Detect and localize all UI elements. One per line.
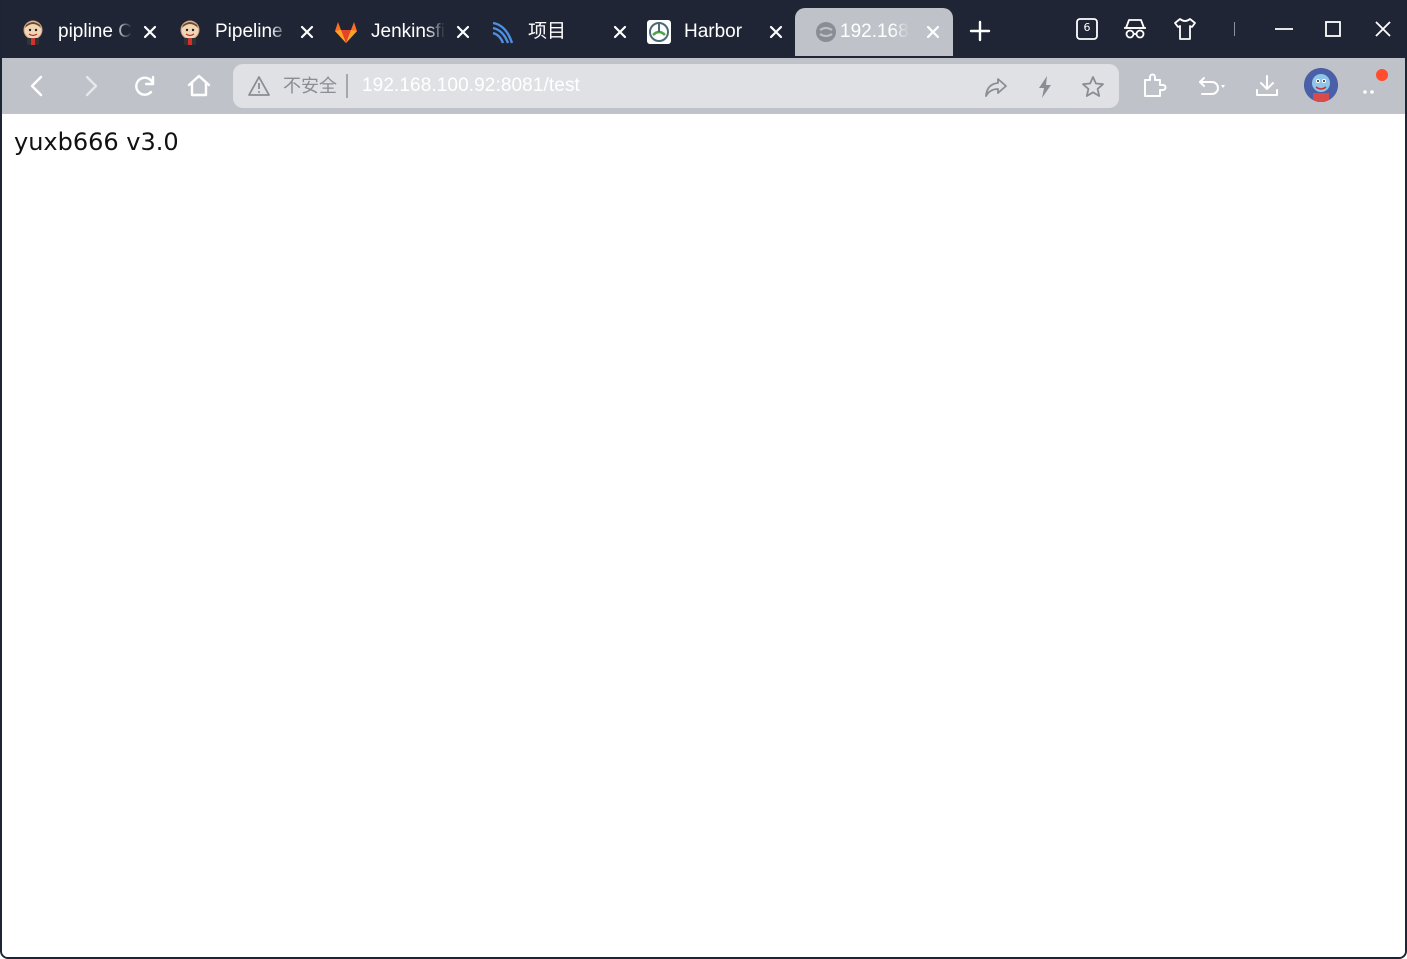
jenkins-icon bbox=[177, 19, 203, 45]
page-content: yuxb666 v3.0 bbox=[2, 114, 1405, 957]
close-icon[interactable] bbox=[923, 22, 943, 42]
incognito-icon[interactable] bbox=[1120, 14, 1150, 44]
globe-icon bbox=[813, 19, 839, 45]
download-icon[interactable] bbox=[1251, 70, 1283, 102]
close-window-button[interactable] bbox=[1368, 14, 1398, 44]
home-button[interactable] bbox=[183, 70, 215, 102]
close-icon[interactable] bbox=[140, 22, 160, 42]
profile-avatar[interactable] bbox=[1304, 68, 1338, 102]
address-bar[interactable]: 不安全 192.168.100.92:8081/test bbox=[233, 64, 1119, 108]
warning-icon[interactable] bbox=[247, 75, 271, 97]
tab-title: Pipeline bbox=[215, 21, 283, 42]
minimize-button[interactable] bbox=[1269, 14, 1299, 44]
undo-close-tab-icon[interactable] bbox=[1192, 70, 1232, 102]
tab-harbor[interactable]: Harbor bbox=[628, 8, 796, 56]
tab-pipline[interactable]: pipline Create bbox=[2, 8, 170, 56]
tab-projects[interactable]: 项目 bbox=[472, 8, 640, 56]
close-icon[interactable] bbox=[766, 22, 786, 42]
tab-jenkinsfile[interactable]: Jenkinsfile bbox=[315, 8, 483, 56]
lightning-icon[interactable] bbox=[1031, 73, 1059, 101]
toolbar: 不安全 192.168.100.92:8081/test bbox=[2, 58, 1405, 114]
tab-pipeline[interactable]: Pipeline bbox=[159, 8, 327, 56]
notification-dot bbox=[1376, 69, 1388, 81]
tab-title: Harbor bbox=[684, 21, 743, 42]
star-icon[interactable] bbox=[1079, 73, 1107, 101]
security-label[interactable]: 不安全 bbox=[283, 75, 337, 97]
close-icon[interactable] bbox=[610, 22, 630, 42]
maximize-button[interactable] bbox=[1318, 14, 1348, 44]
back-button[interactable] bbox=[21, 70, 53, 102]
reload-button[interactable] bbox=[129, 70, 161, 102]
titlebar-divider bbox=[1234, 22, 1235, 36]
new-tab-button[interactable] bbox=[966, 17, 994, 45]
tab-strip: pipline Create Pipeline bbox=[2, 0, 1405, 58]
kubesphere-icon bbox=[490, 19, 516, 45]
tab-title: 192.168.100.92:8081/test bbox=[840, 21, 910, 42]
address-divider bbox=[346, 74, 348, 98]
jenkins-icon bbox=[20, 19, 46, 45]
tab-overview-button[interactable]: 6 bbox=[1072, 14, 1102, 44]
share-icon[interactable] bbox=[982, 73, 1010, 101]
tab-title: pipline Create bbox=[58, 21, 132, 42]
tab-active-page[interactable]: 192.168.100.92:8081/test bbox=[795, 8, 953, 56]
browser-window: pipline Create Pipeline bbox=[0, 0, 1407, 959]
extensions-icon[interactable] bbox=[1138, 70, 1170, 102]
url-text[interactable]: 192.168.100.92:8081/test bbox=[362, 74, 580, 98]
page-body-text: yuxb666 v3.0 bbox=[14, 128, 179, 156]
tab-title: 项目 bbox=[528, 21, 567, 42]
shirt-icon[interactable] bbox=[1170, 14, 1200, 44]
tab-title: Jenkinsfile bbox=[371, 21, 445, 42]
forward-button[interactable] bbox=[75, 70, 107, 102]
harbor-icon bbox=[646, 19, 672, 45]
close-icon[interactable] bbox=[297, 22, 317, 42]
tab-count-badge: 6 bbox=[1083, 21, 1091, 34]
close-icon[interactable] bbox=[453, 22, 473, 42]
gitlab-icon bbox=[333, 19, 359, 45]
